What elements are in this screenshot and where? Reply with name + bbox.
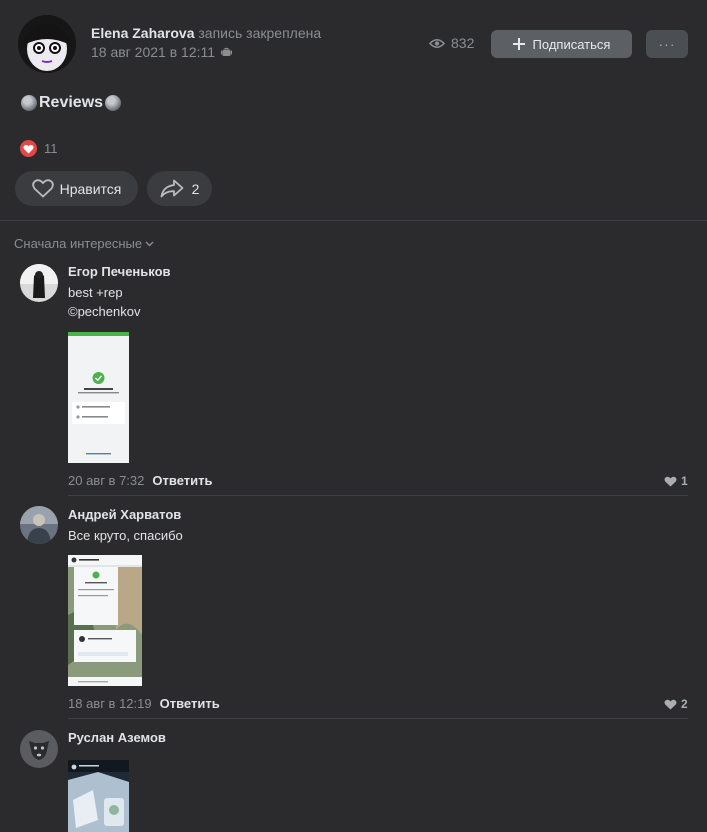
comment-attachment-image[interactable]	[68, 555, 142, 686]
post-text: Reviews	[21, 94, 122, 112]
comment-text-line: best +rep	[68, 285, 123, 300]
pinned-note: запись закреплена	[198, 25, 322, 41]
post-author-name[interactable]: Elena Zaharova	[91, 25, 195, 41]
reply-button[interactable]: Ответить	[152, 473, 212, 488]
emoji-icon	[105, 95, 122, 111]
comment-like-button[interactable]: 1	[664, 474, 688, 488]
post-author-line: Elena Zaharova запись закреплена	[91, 25, 321, 41]
comment-avatar[interactable]	[20, 730, 58, 768]
subscribe-label: Подписаться	[532, 36, 611, 52]
post-author-avatar[interactable]	[18, 15, 76, 73]
eye-icon	[429, 38, 445, 48]
like-button[interactable]: Нравится	[15, 171, 138, 206]
heart-reaction-icon	[20, 140, 37, 157]
more-button[interactable]: ···	[646, 30, 688, 58]
comment-avatar[interactable]	[20, 506, 58, 544]
emoji-icon	[21, 95, 37, 111]
comment-divider	[68, 495, 688, 496]
reactions-count: 11	[44, 141, 58, 156]
share-icon	[160, 179, 183, 198]
share-button[interactable]: 2	[147, 171, 212, 206]
sort-label: Сначала интересные	[14, 236, 143, 251]
more-icon: ···	[658, 36, 676, 52]
chevron-down-icon	[145, 241, 154, 246]
post-date-line: 18 авг 2021 в 12:11	[91, 44, 232, 60]
subscribe-button[interactable]: Подписаться	[491, 30, 632, 58]
heart-icon	[664, 699, 677, 709]
views-count: 832	[451, 35, 475, 51]
comment-date[interactable]: 18 авг в 12:19	[68, 696, 152, 711]
comment-text-line: Все круто, спасибо	[68, 528, 183, 543]
plus-icon	[512, 38, 525, 50]
comment-date[interactable]: 20 авг в 7:32	[68, 473, 144, 488]
post-divider	[0, 220, 707, 221]
comments-sort-dropdown[interactable]: Сначала интересные	[14, 236, 154, 251]
comment-avatar[interactable]	[20, 264, 58, 302]
comment-attachment-image[interactable]	[68, 760, 129, 832]
comment-text: best +rep ©pechenkov	[68, 283, 140, 321]
comment-author[interactable]: Егор Печеньков	[68, 264, 171, 279]
comment-meta: 20 авг в 7:32 Ответить	[68, 473, 212, 488]
comment-like-count: 2	[681, 697, 688, 711]
heart-icon	[664, 476, 677, 486]
comment-author[interactable]: Руслан Аземов	[68, 730, 166, 745]
comment-meta: 18 авг в 12:19 Ответить	[68, 696, 220, 711]
share-count: 2	[191, 180, 200, 197]
comment-like-count: 1	[681, 474, 688, 488]
post-date[interactable]: 18 авг 2021 в 12:11	[91, 44, 215, 60]
comment-text: Все круто, спасибо	[68, 526, 183, 545]
views-counter: 832	[429, 35, 474, 51]
comment-author[interactable]: Андрей Харватов	[68, 507, 181, 522]
post-text-content: Reviews	[39, 94, 104, 111]
android-icon	[220, 47, 232, 56]
heart-icon	[31, 179, 54, 198]
like-label: Нравится	[59, 180, 122, 197]
comment-attachment-image[interactable]	[68, 332, 129, 463]
comment-text-line: ©pechenkov	[68, 304, 141, 319]
reply-button[interactable]: Ответить	[160, 696, 220, 711]
reactions-summary[interactable]: 11	[20, 140, 58, 157]
comment-like-button[interactable]: 2	[664, 697, 688, 711]
comment-divider	[68, 718, 688, 719]
